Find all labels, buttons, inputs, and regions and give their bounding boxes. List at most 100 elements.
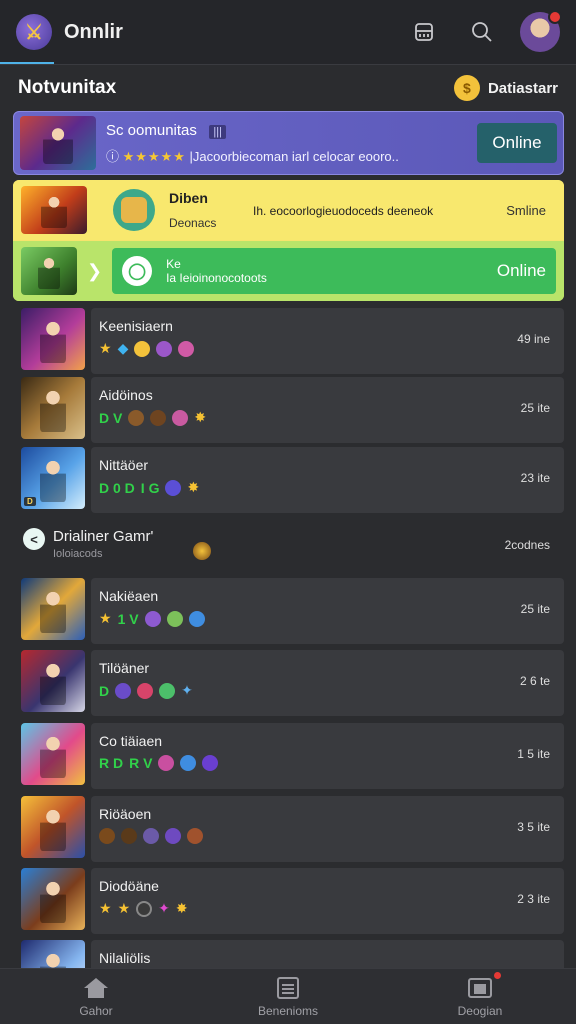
orb-icon <box>180 755 197 771</box>
notification-dot <box>494 971 501 979</box>
game-count: 1 5 ite <box>517 747 550 761</box>
promo-thumbnail-2 <box>21 247 77 295</box>
orb-icon <box>159 682 176 699</box>
orb-icon <box>188 610 205 627</box>
list-icon <box>277 976 299 999</box>
game-row[interactable]: Aidöinos D V ✸ 25 ite <box>13 377 564 443</box>
orb-icon <box>156 340 173 357</box>
app-logo-icon[interactable]: ⚔ <box>16 14 52 50</box>
rating-stars: ★★★★★ <box>122 148 186 164</box>
profile-avatar[interactable] <box>520 10 562 52</box>
badge-row: R D R V <box>99 755 219 771</box>
group-title: Drialiner Gamr' <box>53 528 154 545</box>
game-name: Keenisiaern <box>99 318 173 334</box>
nav-label: Gahor <box>79 1003 113 1018</box>
game-name: Co tiäiaen <box>99 733 163 749</box>
game-row[interactable]: Keenisiaern ★ ◆ 49 ine <box>13 308 564 374</box>
orb-icon <box>178 340 195 357</box>
game-row[interactable]: Co tiäiaen R D R V 1 5 ite <box>13 723 564 789</box>
level-badge: D <box>99 682 110 699</box>
notification-dot <box>548 10 562 24</box>
green-line-2: Ia Ieioinonocotoots <box>166 271 267 285</box>
game-thumbnail <box>21 578 85 640</box>
game-name: Nittäöer <box>99 457 149 473</box>
group-header[interactable]: < Drialiner Gamr' Ioloiacods 2codnes <box>13 520 564 570</box>
level-badge: D 0 D <box>99 479 135 496</box>
featured-subtitle: |Jacoorbiecoman iarl celocar eooro.. <box>189 148 399 164</box>
game-name: Tilöäner <box>99 660 150 676</box>
game-thumbnail <box>21 723 85 785</box>
promo-green-bar[interactable]: ◯ Ke Ia Ieioinonocotoots Online <box>112 248 556 294</box>
share-icon: < <box>23 528 45 550</box>
chevron-right-icon: ❯ <box>87 260 103 281</box>
orb-icon <box>172 409 189 426</box>
game-thumbnail <box>21 377 85 439</box>
game-name: Diodöäne <box>99 878 159 894</box>
level-badge: R V <box>129 755 153 771</box>
orb-icon <box>165 479 182 496</box>
level-badge: R D <box>99 755 124 771</box>
promo-status: Smline <box>506 202 546 218</box>
star-icon: ★ <box>99 340 112 356</box>
green-online-button[interactable]: Online <box>497 261 546 281</box>
game-thumbnail <box>21 796 85 858</box>
orb-icon <box>128 409 145 426</box>
game-count: 49 ine <box>517 332 550 346</box>
green-line-1: Ke <box>166 257 181 271</box>
search-icon[interactable] <box>462 12 502 52</box>
featured-thumbnail <box>20 116 96 170</box>
featured-online-button[interactable]: Online <box>477 123 557 163</box>
featured-banner[interactable]: Sc oomunitas ||| ⓘ ★★★★★ |Jacoorbiecoman… <box>13 111 564 175</box>
nav-label: Benenioms <box>257 1003 319 1018</box>
game-name: Aidöinos <box>99 387 153 403</box>
orb-icon <box>165 828 181 844</box>
orb-icon <box>144 610 161 627</box>
group-count: 2codnes <box>504 538 550 552</box>
app-title: Onnlir <box>64 20 123 43</box>
orb-icon <box>137 682 154 699</box>
dashboard-link[interactable]: Datiastarr <box>488 80 558 97</box>
info-icon: ⓘ <box>106 148 123 164</box>
orb-icon <box>166 610 183 627</box>
spark-icon: ✦ <box>181 682 193 698</box>
orb-icon <box>136 900 153 917</box>
coin-icon[interactable]: $ <box>453 75 480 101</box>
level-badge: 1 V <box>117 610 139 627</box>
game-thumbnail <box>21 308 85 370</box>
badge-row: ★ ◆ <box>99 340 195 357</box>
nav-item-list[interactable]: Benenioms <box>218 976 358 1018</box>
nav-item-home[interactable]: Gahor <box>26 976 166 1018</box>
bottom-nav: Gahor Benenioms Deogian <box>0 968 576 1024</box>
controller-icon[interactable] <box>404 12 444 52</box>
game-row[interactable]: Nakiëaen ★ 1 V 25 ite <box>13 578 564 644</box>
orb-icon <box>193 542 211 560</box>
game-count: 25 ite <box>520 401 550 415</box>
orb-icon <box>121 828 137 844</box>
badge-row: D V ✸ <box>99 409 206 426</box>
card-icon <box>468 977 492 998</box>
nav-item-card[interactable]: Deogian <box>410 971 550 1018</box>
promo-thumbnail <box>21 186 87 234</box>
badge-row: ★ ★ ✦ ✸ <box>99 900 188 917</box>
game-row[interactable]: Riöäoen 3 5 ite <box>13 796 564 862</box>
game-name: Nilaliölis <box>99 950 151 966</box>
promo-card[interactable]: Diben Deonacs Ih. eocoorlogieuodoceds de… <box>13 180 564 301</box>
diamond-icon: ◆ <box>117 340 129 356</box>
chat-icon: ◯ <box>122 256 153 286</box>
orb-icon <box>187 828 203 844</box>
game-row[interactable]: Diodöäne ★ ★ ✦ ✸ 2 3 ite <box>13 868 564 934</box>
coin-icon <box>134 340 151 357</box>
game-row[interactable]: D Nittäöer D 0 D I G ✸ 23 ite <box>13 447 564 513</box>
badge-row <box>99 828 203 844</box>
star-icon: ★ <box>117 900 131 916</box>
game-count: 25 ite <box>520 602 550 616</box>
badge-row: ★ 1 V <box>99 610 205 627</box>
orb-icon <box>143 828 159 844</box>
home-icon <box>84 977 108 998</box>
game-row[interactable]: Tilöäner D ✦ 2 6 te <box>13 650 564 716</box>
app-bar: ⚔ Onnlir <box>0 0 576 64</box>
badge-row: D ✦ <box>99 682 193 699</box>
star-icon: ★ <box>99 610 112 626</box>
badge-row: D 0 D I G ✸ <box>99 479 199 496</box>
promo-avatar <box>113 189 155 231</box>
